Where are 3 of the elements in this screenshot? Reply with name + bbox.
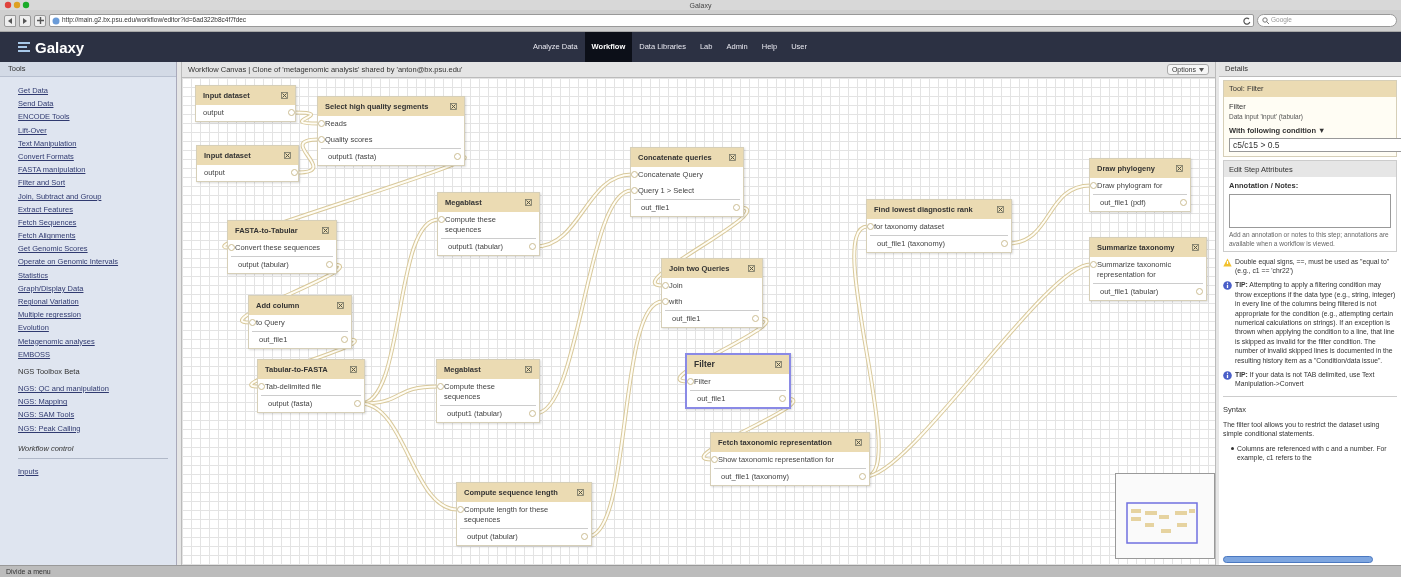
node-title: Filter <box>694 358 715 371</box>
condition-field[interactable]: c5/c15 > 0.5 <box>1229 138 1401 153</box>
brand-logo[interactable]: Galaxy <box>35 39 85 55</box>
